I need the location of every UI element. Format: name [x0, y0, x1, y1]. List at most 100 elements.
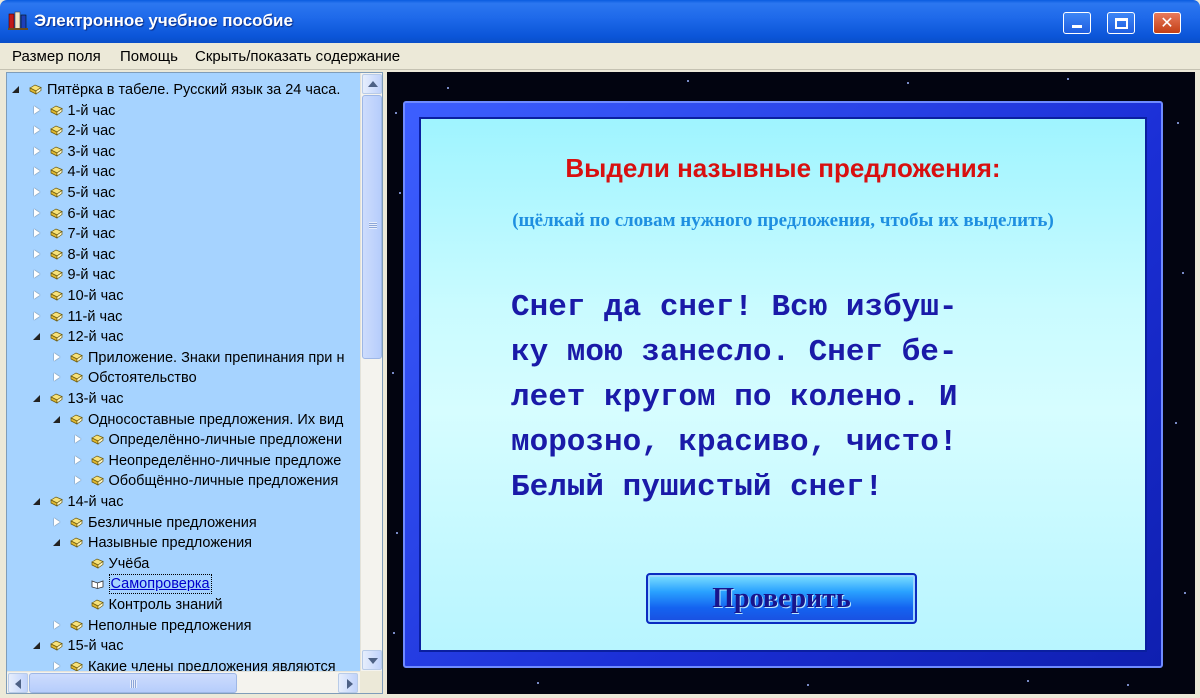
scroll-down-button[interactable]	[362, 650, 382, 670]
tree-item[interactable]: Назывные предложения	[7, 533, 360, 553]
expand-arrow-icon[interactable]	[52, 353, 61, 362]
horizontal-scroll-thumb[interactable]	[29, 673, 237, 693]
scroll-left-button[interactable]	[8, 673, 28, 693]
tree-item[interactable]: 4-й час	[7, 162, 360, 182]
tree-item[interactable]: 14-й час	[7, 492, 360, 512]
open-book-icon	[91, 580, 103, 590]
tree-item[interactable]: Неопределённо-личные предложе	[7, 451, 360, 471]
expand-arrow-icon[interactable]	[32, 126, 41, 135]
collapse-arrow-icon[interactable]	[32, 497, 41, 506]
closed-book-icon	[90, 475, 104, 487]
minimize-icon	[1072, 25, 1082, 28]
books-icon[interactable]	[8, 11, 28, 31]
closed-book-icon	[90, 599, 104, 610]
passage-line[interactable]: морозно, красиво, чисто!	[511, 420, 1071, 465]
collapse-arrow-icon[interactable]	[32, 641, 41, 650]
tree-item[interactable]: 1-й час	[7, 101, 360, 121]
vertical-scroll-thumb[interactable]	[362, 95, 382, 359]
maximize-icon	[1115, 18, 1128, 29]
tree-item[interactable]: Контроль знаний	[7, 595, 360, 615]
tree-item[interactable]: Приложение. Знаки препинания при н	[7, 348, 360, 368]
menu-help[interactable]: Помощь	[120, 48, 178, 65]
tree-item[interactable]: 10-й час	[7, 286, 360, 306]
tree-item[interactable]: 3-й час	[7, 142, 360, 162]
closed-book-icon	[70, 352, 83, 363]
expand-arrow-icon[interactable]	[32, 270, 41, 279]
expand-arrow-icon[interactable]	[73, 435, 82, 444]
tree-item-label: Односоставные предложения. Их вид	[88, 411, 344, 428]
expand-arrow-icon[interactable]	[32, 291, 41, 300]
close-button[interactable]: ✕	[1153, 12, 1181, 34]
collapse-arrow-icon[interactable]	[32, 332, 41, 341]
scroll-right-button[interactable]	[338, 673, 358, 693]
tree-item[interactable]: 11-й час	[7, 307, 360, 327]
tree-item[interactable]: 8-й час	[7, 245, 360, 265]
passage-line[interactable]: Снег да снег! Всю избуш-	[511, 285, 1071, 330]
tree-item[interactable]: Самопроверка	[7, 574, 360, 595]
tree-item-label: Определённо-личные предложени	[108, 432, 343, 449]
exercise-panel: Выдели назывные предложения: (щёлкай по …	[387, 72, 1195, 694]
tree-item[interactable]: Какие члены предложения являются	[7, 657, 360, 671]
collapse-arrow-icon[interactable]	[52, 538, 61, 547]
expand-arrow-icon[interactable]	[52, 662, 61, 671]
tree-item-label-selected: Самопроверка	[108, 574, 212, 595]
expand-arrow-icon[interactable]	[52, 621, 61, 630]
tree-item[interactable]: 9-й час	[7, 265, 360, 285]
maximize-button[interactable]	[1107, 12, 1135, 34]
tree-item[interactable]: Односоставные предложения. Их вид	[7, 410, 360, 430]
tree-item[interactable]: Пятёрка в табеле. Русский язык за 24 час…	[7, 80, 360, 100]
expand-arrow-icon[interactable]	[73, 456, 82, 465]
exercise-card: Выдели назывные предложения: (щёлкай по …	[419, 117, 1147, 652]
expand-arrow-icon[interactable]	[52, 373, 61, 382]
passage-line[interactable]: ку мою занесло. Снег бе-	[511, 330, 1071, 375]
passage-line[interactable]: леет кругом по колено. И	[511, 375, 1071, 420]
title-bar: Электронное учебное пособие ✕	[0, 0, 1200, 43]
check-button[interactable]: Проверить	[646, 573, 917, 624]
tree-item[interactable]: 13-й час	[7, 389, 360, 409]
scroll-up-button[interactable]	[362, 74, 382, 94]
expand-arrow-icon[interactable]	[32, 147, 41, 156]
closed-book-icon	[49, 393, 63, 404]
expand-arrow-icon[interactable]	[32, 188, 41, 197]
expand-arrow-icon[interactable]	[73, 476, 82, 485]
closed-book-icon	[49, 125, 63, 136]
closed-book-icon	[49, 640, 63, 651]
menu-field-size[interactable]: Размер поля	[12, 48, 101, 65]
tree-item[interactable]: Обстоятельство	[7, 368, 360, 388]
tree-item[interactable]: 15-й час	[7, 636, 360, 656]
contents-tree-panel: Пятёрка в табеле. Русский язык за 24 час…	[6, 72, 383, 694]
tree-horizontal-scrollbar[interactable]	[7, 671, 360, 693]
star-dot	[392, 372, 394, 374]
tree-item[interactable]: 5-й час	[7, 183, 360, 203]
passage-line[interactable]: Белый пушистый снег!	[511, 465, 1071, 510]
menu-toggle-contents[interactable]: Скрыть/показать содержание	[195, 48, 400, 65]
expand-arrow-icon[interactable]	[32, 209, 41, 218]
tree-item[interactable]: 7-й час	[7, 224, 360, 244]
tree-item[interactable]: Определённо-личные предложени	[7, 430, 360, 450]
tree-item[interactable]: Обобщённо-личные предложения	[7, 471, 360, 491]
expand-arrow-icon[interactable]	[32, 229, 41, 238]
minimize-button[interactable]	[1063, 12, 1091, 34]
collapse-arrow-icon[interactable]	[11, 85, 20, 94]
tree-vertical-scrollbar[interactable]	[360, 73, 382, 671]
tree-item[interactable]: 2-й час	[7, 121, 360, 141]
tree-item[interactable]: 6-й час	[7, 204, 360, 224]
expand-arrow-icon[interactable]	[32, 106, 41, 115]
expand-arrow-icon[interactable]	[32, 312, 41, 321]
tree-item[interactable]: Неполные предложения	[7, 616, 360, 636]
tree-item[interactable]: Учёба	[7, 554, 360, 574]
expand-arrow-icon[interactable]	[32, 250, 41, 259]
tree-item-label: Приложение. Знаки препинания при н	[88, 349, 345, 366]
closed-book-icon	[70, 537, 83, 548]
tree-item[interactable]: 12-й час	[7, 327, 360, 347]
contents-tree[interactable]: Пятёрка в табеле. Русский язык за 24 час…	[7, 73, 360, 671]
expand-arrow-icon[interactable]	[32, 167, 41, 176]
tree-item-label: Пятёрка в табеле. Русский язык за 24 час…	[47, 82, 341, 98]
tree-item[interactable]: Безличные предложения	[7, 513, 360, 533]
collapse-arrow-icon[interactable]	[52, 415, 61, 424]
collapse-arrow-icon[interactable]	[32, 394, 41, 403]
exercise-passage[interactable]: Снег да снег! Всю избуш- ку мою занесло.…	[511, 285, 1071, 510]
tree-item-label: Неопределённо-личные предложе	[108, 452, 342, 469]
expand-arrow-icon[interactable]	[52, 518, 61, 527]
tree-item-label: 8-й час	[67, 246, 116, 263]
